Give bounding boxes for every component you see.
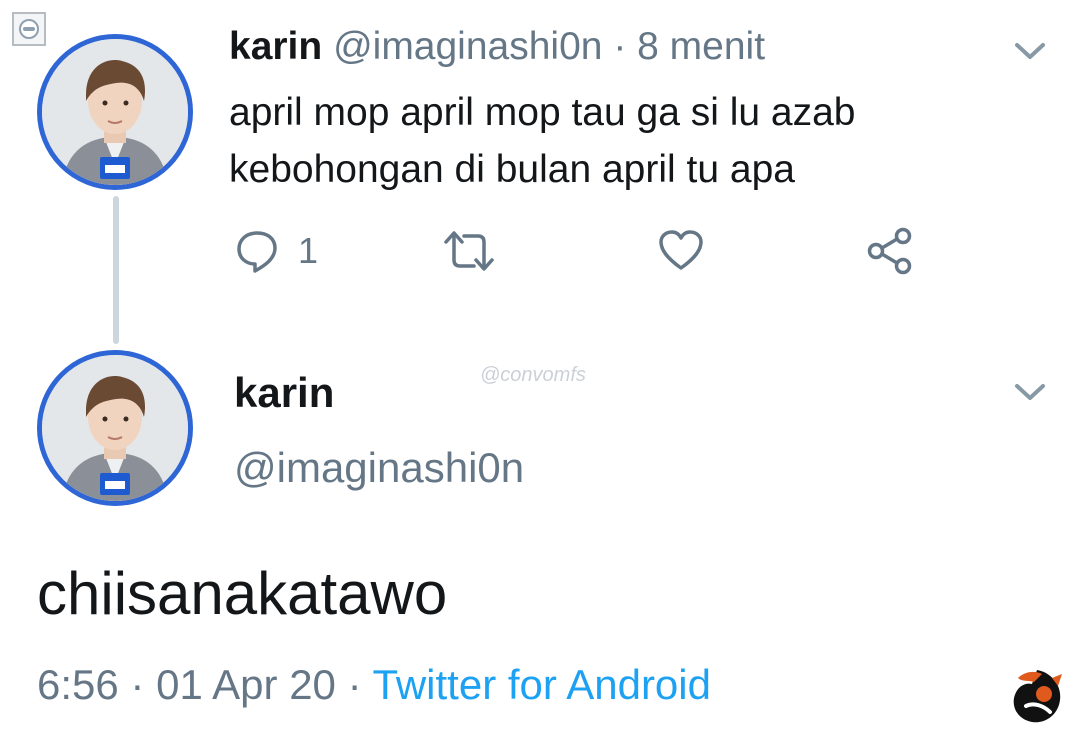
author-name[interactable]: karin [234,368,334,418]
like-button[interactable] [657,228,705,272]
reply-button[interactable]: 1 [234,228,318,274]
avatar[interactable] [37,350,193,506]
share-icon [867,227,912,275]
reply-count: 1 [298,230,319,271]
author-handle[interactable]: @imaginashi0n [333,25,602,68]
author-name[interactable]: karin [229,25,322,68]
separator: · [347,661,362,708]
retweet-button[interactable] [440,228,498,274]
parent-tweet-text: april mop april mop tau ga si lu azab ke… [229,84,989,198]
separator: · [613,25,627,68]
author-handle[interactable]: @imaginashi0n [234,443,524,493]
source-link[interactable]: Twitter for Android [373,661,711,708]
tweet-date[interactable]: 01 Apr 20 [156,661,336,708]
tweet-time-ago[interactable]: 8 menit [637,25,765,68]
thread-connector [113,196,119,344]
retweet-icon [444,231,494,271]
like-icon [659,230,703,270]
parent-tweet-header: karin @imaginashi0n · 8 menit [229,24,765,70]
share-button[interactable] [865,226,915,276]
corner-badge-icon [12,12,46,46]
tweet-meta: 6:56 · 01 Apr 20 · Twitter for Android [37,660,711,710]
chevron-down-icon[interactable] [1013,40,1047,62]
tweet-text-line: kebohongan di bulan april tu apa [229,148,795,191]
reply-icon [237,231,277,273]
separator: · [130,661,145,708]
watermark: @convomfs [480,364,586,386]
tweet-text-line: april mop april mop tau ga si lu azab [229,91,856,134]
avatar[interactable] [37,34,193,190]
chevron-down-icon[interactable] [1013,381,1047,403]
tweet-time[interactable]: 6:56 [37,661,119,708]
main-tweet-text: chiisanakatawo [37,560,448,627]
corner-logo-icon [1013,670,1062,723]
